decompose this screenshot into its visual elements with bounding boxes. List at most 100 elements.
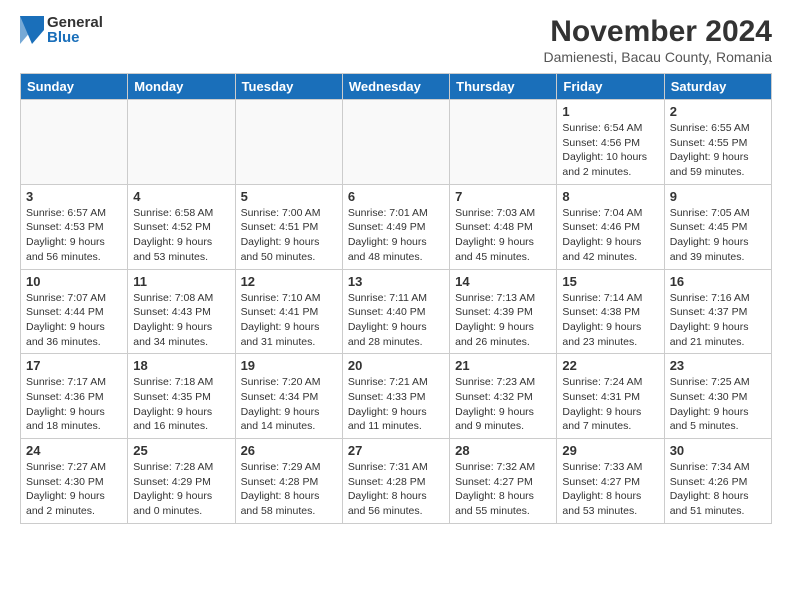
day-number-1: 1	[562, 104, 658, 119]
logo-icon	[20, 16, 44, 44]
header-saturday: Saturday	[664, 74, 771, 100]
day-info-16: Sunrise: 7:16 AM Sunset: 4:37 PM Dayligh…	[670, 291, 766, 350]
page: General Blue November 2024 Damienesti, B…	[0, 0, 792, 534]
title-block: November 2024 Damienesti, Bacau County, …	[543, 15, 772, 65]
calendar-cell-w2d2: 4 Sunrise: 6:58 AM Sunset: 4:52 PM Daylig…	[128, 184, 235, 269]
day-number-5: 5	[241, 189, 337, 204]
day-number-19: 19	[241, 358, 337, 373]
day-info-25: Sunrise: 7:28 AM Sunset: 4:29 PM Dayligh…	[133, 460, 229, 519]
calendar-cell-w3d6: 15 Sunrise: 7:14 AM Sunset: 4:38 PM Dayli…	[557, 269, 664, 354]
day-info-12: Sunrise: 7:10 AM Sunset: 4:41 PM Dayligh…	[241, 291, 337, 350]
day-info-20: Sunrise: 7:21 AM Sunset: 4:33 PM Dayligh…	[348, 375, 444, 434]
calendar-cell-w2d1: 3Sunrise: 6:57 AM Sunset: 4:53 PM Daylig…	[21, 184, 128, 269]
calendar-cell-w5d2: 25 Sunrise: 7:28 AM Sunset: 4:29 PM Dayli…	[128, 439, 235, 524]
calendar-cell-w5d6: 29Sunrise: 7:33 AM Sunset: 4:27 PM Dayli…	[557, 439, 664, 524]
day-number-15: 15	[562, 274, 658, 289]
day-info-10: Sunrise: 7:07 AM Sunset: 4:44 PM Dayligh…	[26, 291, 122, 350]
day-number-12: 12	[241, 274, 337, 289]
calendar-cell-w5d4: 27Sunrise: 7:31 AM Sunset: 4:28 PM Dayli…	[342, 439, 449, 524]
calendar-cell-w3d7: 16 Sunrise: 7:16 AM Sunset: 4:37 PM Dayli…	[664, 269, 771, 354]
day-number-29: 29	[562, 443, 658, 458]
day-number-27: 27	[348, 443, 444, 458]
calendar-cell-w5d1: 24 Sunrise: 7:27 AM Sunset: 4:30 PM Dayli…	[21, 439, 128, 524]
day-number-17: 17	[26, 358, 122, 373]
calendar-table: Sunday Monday Tuesday Wednesday Thursday…	[20, 73, 772, 524]
day-info-11: Sunrise: 7:08 AM Sunset: 4:43 PM Dayligh…	[133, 291, 229, 350]
location-subtitle: Damienesti, Bacau County, Romania	[543, 49, 772, 65]
calendar-cell-w1d6: 1 Sunrise: 6:54 AM Sunset: 4:56 PM Daylig…	[557, 100, 664, 185]
day-info-9: Sunrise: 7:05 AM Sunset: 4:45 PM Dayligh…	[670, 206, 766, 265]
calendar-week-3: 10 Sunrise: 7:07 AM Sunset: 4:44 PM Dayli…	[21, 269, 772, 354]
day-number-4: 4	[133, 189, 229, 204]
day-number-16: 16	[670, 274, 766, 289]
calendar-week-4: 17Sunrise: 7:17 AM Sunset: 4:36 PM Dayli…	[21, 354, 772, 439]
day-info-5: Sunrise: 7:00 AM Sunset: 4:51 PM Dayligh…	[241, 206, 337, 265]
day-info-18: Sunrise: 7:18 AM Sunset: 4:35 PM Dayligh…	[133, 375, 229, 434]
day-info-23: Sunrise: 7:25 AM Sunset: 4:30 PM Dayligh…	[670, 375, 766, 434]
calendar-cell-w2d7: 9 Sunrise: 7:05 AM Sunset: 4:45 PM Daylig…	[664, 184, 771, 269]
day-info-24: Sunrise: 7:27 AM Sunset: 4:30 PM Dayligh…	[26, 460, 122, 519]
calendar-cell-w2d5: 7 Sunrise: 7:03 AM Sunset: 4:48 PM Daylig…	[450, 184, 557, 269]
calendar-cell-w5d7: 30 Sunrise: 7:34 AM Sunset: 4:26 PM Dayli…	[664, 439, 771, 524]
day-info-21: Sunrise: 7:23 AM Sunset: 4:32 PM Dayligh…	[455, 375, 551, 434]
calendar-cell-w2d3: 5 Sunrise: 7:00 AM Sunset: 4:51 PM Daylig…	[235, 184, 342, 269]
header-thursday: Thursday	[450, 74, 557, 100]
day-number-21: 21	[455, 358, 551, 373]
day-number-25: 25	[133, 443, 229, 458]
calendar-cell-w3d5: 14 Sunrise: 7:13 AM Sunset: 4:39 PM Dayli…	[450, 269, 557, 354]
header-monday: Monday	[128, 74, 235, 100]
calendar-cell-w4d6: 22 Sunrise: 7:24 AM Sunset: 4:31 PM Dayli…	[557, 354, 664, 439]
day-number-28: 28	[455, 443, 551, 458]
calendar-week-2: 3Sunrise: 6:57 AM Sunset: 4:53 PM Daylig…	[21, 184, 772, 269]
calendar-cell-w4d3: 19 Sunrise: 7:20 AM Sunset: 4:34 PM Dayli…	[235, 354, 342, 439]
logo-text: General Blue	[47, 15, 103, 45]
day-info-1: Sunrise: 6:54 AM Sunset: 4:56 PM Dayligh…	[562, 121, 658, 180]
day-info-30: Sunrise: 7:34 AM Sunset: 4:26 PM Dayligh…	[670, 460, 766, 519]
calendar-cell-w1d1	[21, 100, 128, 185]
logo-blue-text: Blue	[47, 30, 103, 45]
day-number-18: 18	[133, 358, 229, 373]
header-wednesday: Wednesday	[342, 74, 449, 100]
calendar-week-1: 1 Sunrise: 6:54 AM Sunset: 4:56 PM Daylig…	[21, 100, 772, 185]
day-number-13: 13	[348, 274, 444, 289]
day-number-2: 2	[670, 104, 766, 119]
day-info-13: Sunrise: 7:11 AM Sunset: 4:40 PM Dayligh…	[348, 291, 444, 350]
calendar-cell-w3d3: 12 Sunrise: 7:10 AM Sunset: 4:41 PM Dayli…	[235, 269, 342, 354]
month-title: November 2024	[543, 15, 772, 49]
day-number-11: 11	[133, 274, 229, 289]
calendar-cell-w4d2: 18 Sunrise: 7:18 AM Sunset: 4:35 PM Dayli…	[128, 354, 235, 439]
day-info-7: Sunrise: 7:03 AM Sunset: 4:48 PM Dayligh…	[455, 206, 551, 265]
day-info-28: Sunrise: 7:32 AM Sunset: 4:27 PM Dayligh…	[455, 460, 551, 519]
day-info-8: Sunrise: 7:04 AM Sunset: 4:46 PM Dayligh…	[562, 206, 658, 265]
calendar-week-5: 24 Sunrise: 7:27 AM Sunset: 4:30 PM Dayli…	[21, 439, 772, 524]
calendar-cell-w4d5: 21 Sunrise: 7:23 AM Sunset: 4:32 PM Dayli…	[450, 354, 557, 439]
header-tuesday: Tuesday	[235, 74, 342, 100]
calendar-cell-w3d2: 11 Sunrise: 7:08 AM Sunset: 4:43 PM Dayli…	[128, 269, 235, 354]
calendar-cell-w1d3	[235, 100, 342, 185]
calendar-cell-w1d2	[128, 100, 235, 185]
calendar-cell-w1d5	[450, 100, 557, 185]
day-number-7: 7	[455, 189, 551, 204]
day-number-30: 30	[670, 443, 766, 458]
calendar-cell-w5d3: 26Sunrise: 7:29 AM Sunset: 4:28 PM Dayli…	[235, 439, 342, 524]
day-info-19: Sunrise: 7:20 AM Sunset: 4:34 PM Dayligh…	[241, 375, 337, 434]
day-number-24: 24	[26, 443, 122, 458]
calendar-cell-w4d1: 17Sunrise: 7:17 AM Sunset: 4:36 PM Dayli…	[21, 354, 128, 439]
day-info-15: Sunrise: 7:14 AM Sunset: 4:38 PM Dayligh…	[562, 291, 658, 350]
calendar-cell-w2d6: 8Sunrise: 7:04 AM Sunset: 4:46 PM Daylig…	[557, 184, 664, 269]
day-number-22: 22	[562, 358, 658, 373]
day-info-2: Sunrise: 6:55 AM Sunset: 4:55 PM Dayligh…	[670, 121, 766, 180]
day-number-10: 10	[26, 274, 122, 289]
logo-general-text: General	[47, 15, 103, 30]
day-info-6: Sunrise: 7:01 AM Sunset: 4:49 PM Dayligh…	[348, 206, 444, 265]
calendar-cell-w1d7: 2 Sunrise: 6:55 AM Sunset: 4:55 PM Daylig…	[664, 100, 771, 185]
day-number-26: 26	[241, 443, 337, 458]
calendar-cell-w3d1: 10 Sunrise: 7:07 AM Sunset: 4:44 PM Dayli…	[21, 269, 128, 354]
day-number-9: 9	[670, 189, 766, 204]
day-number-23: 23	[670, 358, 766, 373]
day-number-14: 14	[455, 274, 551, 289]
day-info-22: Sunrise: 7:24 AM Sunset: 4:31 PM Dayligh…	[562, 375, 658, 434]
day-info-14: Sunrise: 7:13 AM Sunset: 4:39 PM Dayligh…	[455, 291, 551, 350]
calendar-cell-w1d4	[342, 100, 449, 185]
day-info-4: Sunrise: 6:58 AM Sunset: 4:52 PM Dayligh…	[133, 206, 229, 265]
